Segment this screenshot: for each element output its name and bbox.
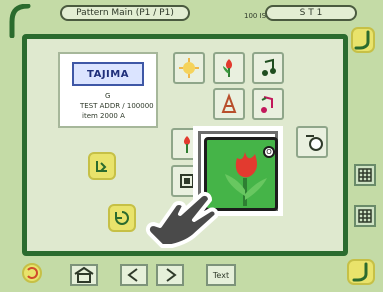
corner-hook-icon[interactable] xyxy=(346,258,376,286)
corner-hook-icon xyxy=(9,3,31,39)
tile-music[interactable] xyxy=(252,52,284,84)
corner-hook-icon xyxy=(351,27,375,53)
card-line2: TEST ADDR / 100000 xyxy=(80,102,154,110)
pattern-title: Pattern Main (P1 / P1) xyxy=(60,5,190,21)
corner-hook-icon[interactable] xyxy=(350,26,376,54)
exit-button[interactable] xyxy=(88,152,116,180)
tile-tulip-mini[interactable] xyxy=(213,52,245,84)
undo-icon xyxy=(22,263,42,283)
grid-icon xyxy=(358,209,372,223)
next-button[interactable] xyxy=(156,264,184,286)
selected-pattern-corner: O xyxy=(263,146,275,158)
home-button[interactable] xyxy=(70,264,98,286)
tile-music2[interactable] xyxy=(252,88,284,120)
exit-icon xyxy=(96,161,107,172)
text-button-label: Text xyxy=(212,270,230,280)
pattern-title-text: Pattern Main (P1 / P1) xyxy=(76,8,174,18)
right-label: S T 1 xyxy=(265,5,357,21)
tile-sunny[interactable] xyxy=(173,52,205,84)
home-icon xyxy=(74,266,94,283)
next-arrow-icon xyxy=(166,268,177,282)
grid-icon xyxy=(358,168,372,182)
music-note-icon xyxy=(262,58,276,76)
swap-icon xyxy=(306,135,323,151)
tile-tower[interactable] xyxy=(213,88,245,120)
prev-button[interactable] xyxy=(120,264,148,286)
sun-icon xyxy=(179,58,199,78)
corner-hook-icon[interactable] xyxy=(8,3,32,39)
card-line3: item 2000 A xyxy=(82,112,125,120)
tower-icon xyxy=(221,93,237,113)
tulip-icon xyxy=(223,59,233,77)
rotate-button[interactable] xyxy=(108,204,136,232)
text-button[interactable]: Text xyxy=(206,264,236,286)
rotate-icon xyxy=(115,211,129,225)
undo-button[interactable] xyxy=(20,262,46,284)
hand-pointer-icon xyxy=(140,186,222,256)
tile-swap[interactable] xyxy=(296,126,328,158)
corner-hook-icon xyxy=(347,259,375,285)
brand-text: TAJIMA xyxy=(87,68,129,80)
hand-pointer-icon xyxy=(145,191,219,248)
machine-info-card: TAJIMA G TEST ADDR / 100000 item 2000 A xyxy=(58,52,158,128)
card-line1: G xyxy=(105,92,111,100)
grid-button-1[interactable] xyxy=(354,164,376,186)
prev-arrow-icon xyxy=(127,268,138,282)
grid-button-2[interactable] xyxy=(354,205,376,227)
brand-badge: TAJIMA xyxy=(72,62,144,86)
music-pattern-icon xyxy=(261,96,273,113)
